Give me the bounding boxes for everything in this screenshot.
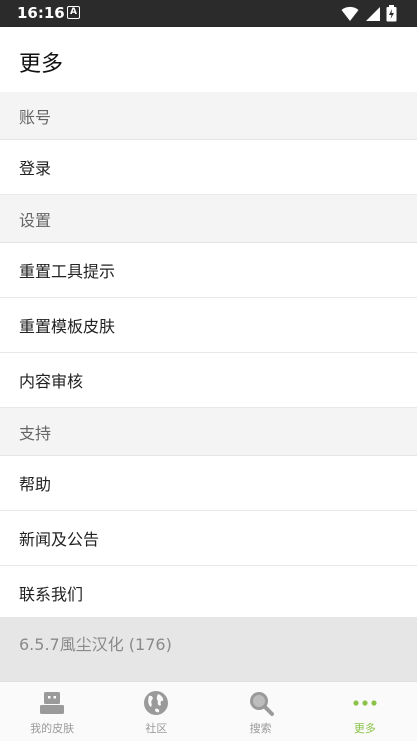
nav-item-more[interactable]: 更多 [313, 682, 417, 741]
nav-item-community[interactable]: 社区 [104, 682, 208, 741]
menu-item-reset-template-skins[interactable]: 重置模板皮肤 [0, 298, 417, 353]
more-dots-icon [353, 700, 377, 706]
section-header-account: 账号 [0, 92, 417, 140]
status-icons [341, 5, 397, 22]
section-header-label: 账号 [19, 107, 52, 127]
nav-label: 更多 [353, 722, 376, 735]
menu-item-reset-tooltips[interactable]: 重置工具提示 [0, 243, 417, 298]
version-text: 6.5.7風尘汉化 (176) [19, 635, 172, 654]
signal-icon [366, 6, 380, 21]
section-header-support: 支持 [0, 408, 417, 456]
app-bar: 更多 [0, 27, 417, 92]
globe-icon [144, 691, 169, 715]
nav-label: 社区 [145, 722, 168, 735]
bottom-navigation: 我的皮肤 社区 搜索 更多 [0, 681, 417, 741]
menu-item-label: 登录 [19, 159, 52, 178]
section-header-label: 支持 [19, 423, 52, 443]
menu-item-label: 帮助 [19, 475, 52, 494]
nav-item-my-skins[interactable]: 我的皮肤 [0, 682, 104, 741]
menu-item-label: 重置模板皮肤 [19, 317, 116, 336]
menu-item-label: 新闻及公告 [19, 530, 100, 549]
nav-label: 搜索 [249, 722, 272, 735]
robot-skin-icon [40, 692, 65, 714]
search-icon [249, 692, 274, 716]
section-header-label: 设置 [19, 210, 52, 230]
status-bar: 16:16 A [0, 0, 417, 27]
menu-item-contact-us[interactable]: 联系我们 [0, 566, 417, 621]
settings-list: 账号 登录 设置 重置工具提示 重置模板皮肤 内容审核 支持 帮助 新闻及公告 … [0, 92, 417, 621]
menu-item-news-announcements[interactable]: 新闻及公告 [0, 511, 417, 566]
battery-icon [386, 5, 397, 22]
nav-item-search[interactable]: 搜索 [209, 682, 313, 741]
status-time: 16:16 [17, 4, 65, 22]
wifi-icon [341, 6, 359, 21]
nav-label: 我的皮肤 [30, 722, 75, 735]
menu-item-label: 联系我们 [19, 585, 84, 604]
notification-a-icon: A [67, 6, 80, 19]
page-title: 更多 [19, 52, 64, 77]
menu-item-help[interactable]: 帮助 [0, 456, 417, 511]
menu-item-content-moderation[interactable]: 内容审核 [0, 353, 417, 408]
version-info: 6.5.7風尘汉化 (176) [0, 617, 417, 681]
menu-item-label: 内容审核 [19, 372, 84, 391]
menu-item-label: 重置工具提示 [19, 262, 116, 281]
section-header-settings: 设置 [0, 195, 417, 243]
menu-item-login[interactable]: 登录 [0, 140, 417, 195]
